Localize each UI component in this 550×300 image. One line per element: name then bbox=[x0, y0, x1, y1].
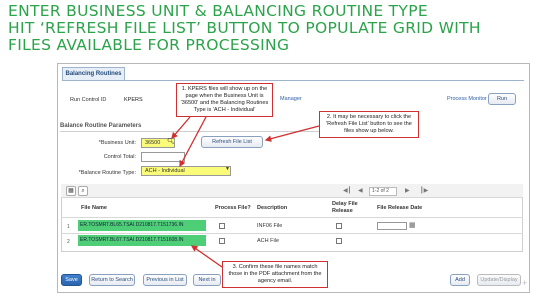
callout-arrows bbox=[171, 116, 320, 268]
arrow-to-business-unit bbox=[171, 116, 191, 139]
arrow-to-file-names bbox=[190, 245, 223, 268]
arrow-to-refresh-button bbox=[264, 125, 320, 142]
plus-icon: + bbox=[522, 278, 528, 288]
